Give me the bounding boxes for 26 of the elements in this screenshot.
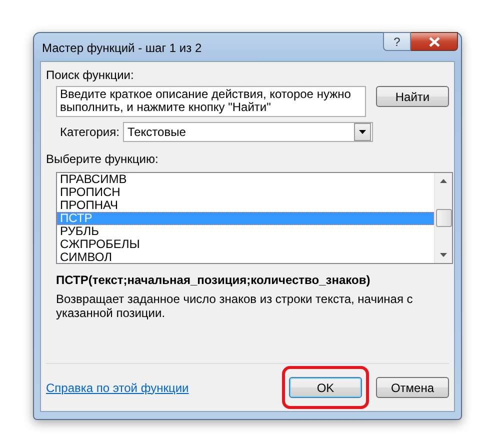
window-title: Мастер функций - шаг 1 из 2 bbox=[41, 41, 202, 55]
function-item[interactable]: РУБЛЬ bbox=[57, 225, 434, 238]
function-item[interactable]: ПРОПИСН bbox=[57, 186, 434, 199]
scroll-up-icon[interactable] bbox=[440, 179, 447, 183]
close-button[interactable] bbox=[411, 32, 458, 51]
help-link[interactable]: Справка по этой функции bbox=[46, 380, 189, 394]
function-item[interactable]: ПРОПНАЧ bbox=[57, 199, 434, 212]
search-field[interactable]: Введите краткое описание действия, которое нужно выполнить, и нажмите кнопку "Найти" bbox=[56, 86, 366, 117]
function-signature: ПСТР(текст;начальная_позиция;количество_знаков) bbox=[56, 273, 372, 287]
function-item[interactable]: СЖПРОБЕЛЫ bbox=[57, 238, 434, 251]
scroll-thumb[interactable] bbox=[436, 209, 452, 227]
dropdown-arrow-icon bbox=[359, 130, 366, 134]
scroll-down-icon[interactable] bbox=[440, 253, 447, 257]
scrollbar[interactable] bbox=[434, 173, 452, 263]
function-item[interactable]: СИМВОЛ bbox=[57, 251, 434, 264]
cancel-button[interactable]: Отмена bbox=[376, 377, 449, 398]
search-label: Поиск функции: bbox=[46, 68, 135, 82]
function-description: Возвращает заданное число знаков из строки текста, начиная с указанной позиции. bbox=[56, 292, 414, 320]
ok-button[interactable]: OK bbox=[289, 377, 362, 398]
find-button[interactable]: Найти bbox=[376, 86, 449, 107]
close-icon bbox=[428, 36, 440, 46]
category-dropdown[interactable]: Текстовые bbox=[123, 122, 374, 142]
help-button[interactable]: ? bbox=[383, 32, 411, 51]
category-label: Категория: bbox=[60, 125, 120, 139]
function-list-label: Выберите функцию: bbox=[46, 152, 160, 166]
function-item[interactable]: ПРАВСИМВ bbox=[57, 173, 434, 186]
